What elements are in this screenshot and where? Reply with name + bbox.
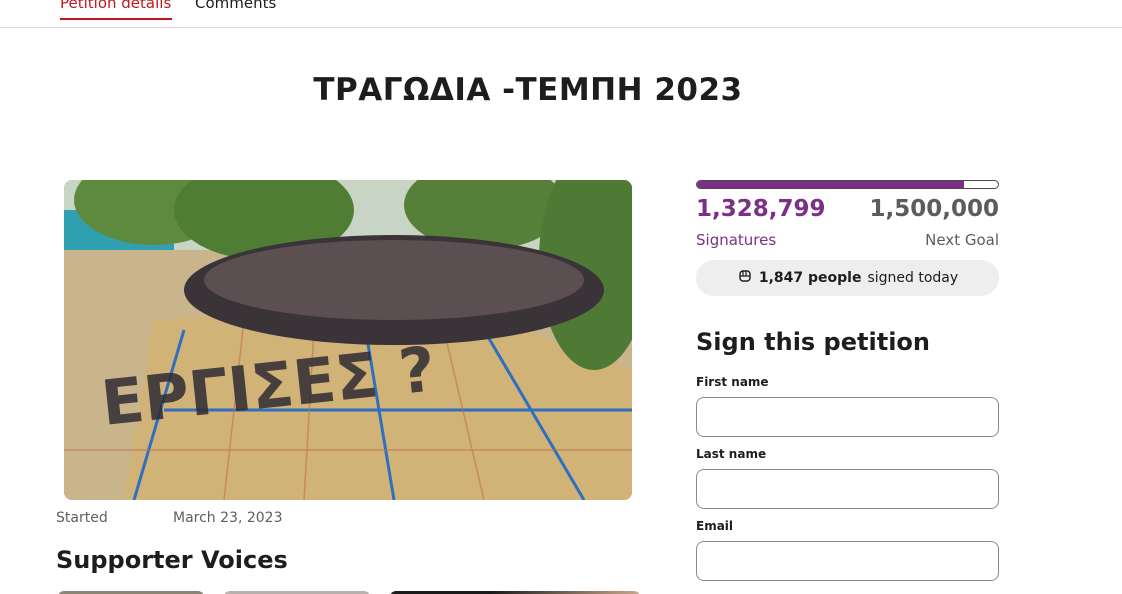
signed-today-count: 1,847 people [758, 270, 862, 286]
signatures-label: Signatures [696, 231, 777, 249]
last-name-field[interactable] [696, 469, 999, 509]
signature-count: 1,328,799 [696, 196, 826, 222]
signature-progress-fill [697, 181, 964, 188]
signature-progress-bar [696, 180, 999, 189]
sign-petition-heading: Sign this petition [696, 328, 930, 356]
tab-petition-details[interactable]: Petition details [60, 0, 172, 20]
page-title: ΤΡΑΓΩΔΙΑ -ΤΕΜΠΗ 2023 [313, 72, 743, 108]
signed-today-suffix: signed today [867, 270, 959, 286]
first-name-label: First name [696, 375, 769, 389]
first-name-field[interactable] [696, 397, 999, 437]
tab-comments[interactable]: Comments [195, 0, 276, 18]
tab-bar: Petition details Comments [0, 0, 1122, 28]
started-label: Started [56, 510, 108, 526]
started-date: March 23, 2023 [173, 510, 283, 526]
next-goal-label: Next Goal [925, 231, 999, 249]
raised-fist-icon [737, 268, 753, 288]
last-name-label: Last name [696, 447, 767, 461]
supporter-voices-heading: Supporter Voices [56, 546, 288, 574]
goal-count: 1,500,000 [869, 196, 1000, 222]
email-label: Email [696, 519, 734, 533]
email-field[interactable] [696, 541, 999, 581]
petition-hero-image: ΕΡΓΙΣΕΣ ? [64, 180, 632, 500]
signed-today-badge: 1,847 people signed today [696, 260, 999, 296]
